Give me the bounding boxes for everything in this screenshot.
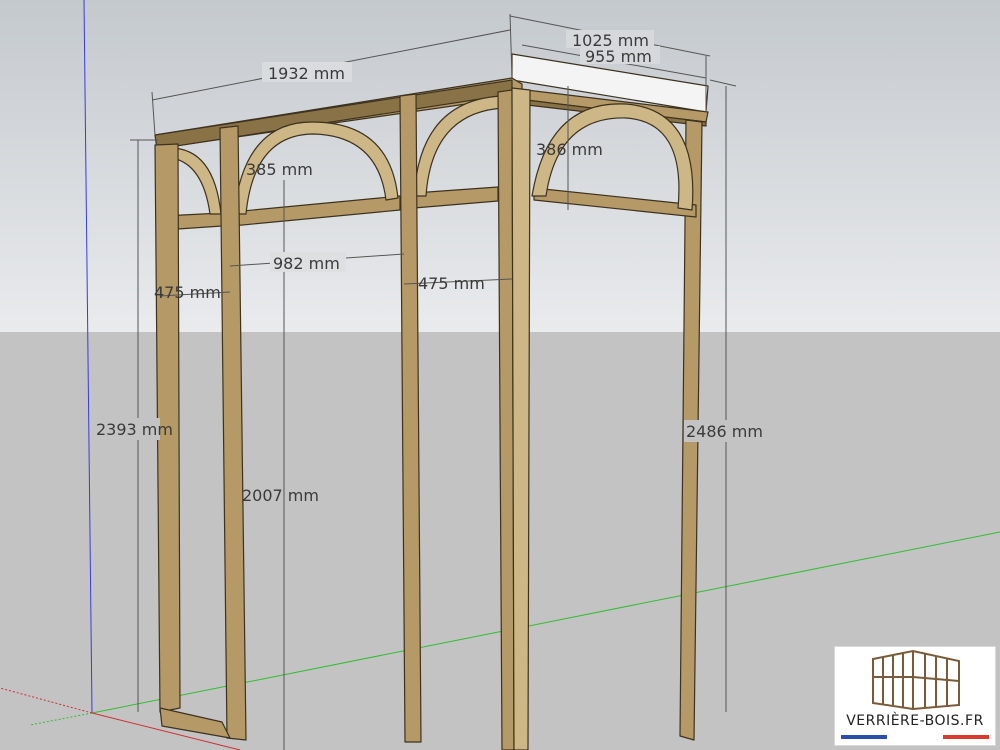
sketchup-viewport: 1932 mm 1025 mm 955 mm 385 mm 386 mm 982… bbox=[0, 0, 1000, 750]
dim-panel-right: 475 mm bbox=[418, 274, 485, 293]
dim-depth-inner: 955 mm bbox=[585, 47, 652, 66]
flag-stripe-red bbox=[943, 735, 989, 739]
flag-stripe-blue bbox=[841, 735, 887, 739]
dim-panel-left: 475 mm bbox=[154, 283, 221, 302]
verriere-bois-logo: VERRIÈRE-BOIS.FR bbox=[834, 646, 996, 746]
dim-arch-height-left: 385 mm bbox=[246, 160, 313, 179]
dim-door-height: 2007 mm bbox=[242, 486, 319, 505]
dim-height-right: 2486 mm bbox=[686, 422, 763, 441]
dim-overall-width: 1932 mm bbox=[268, 64, 345, 83]
post-corner-right bbox=[511, 87, 531, 750]
dim-door-opening: 982 mm bbox=[273, 254, 340, 273]
dim-height-left: 2393 mm bbox=[96, 420, 173, 439]
greenhouse-icon bbox=[872, 649, 960, 711]
logo-text: VERRIÈRE-BOIS.FR bbox=[846, 713, 984, 729]
dim-arch-height-right: 386 mm bbox=[536, 140, 603, 159]
